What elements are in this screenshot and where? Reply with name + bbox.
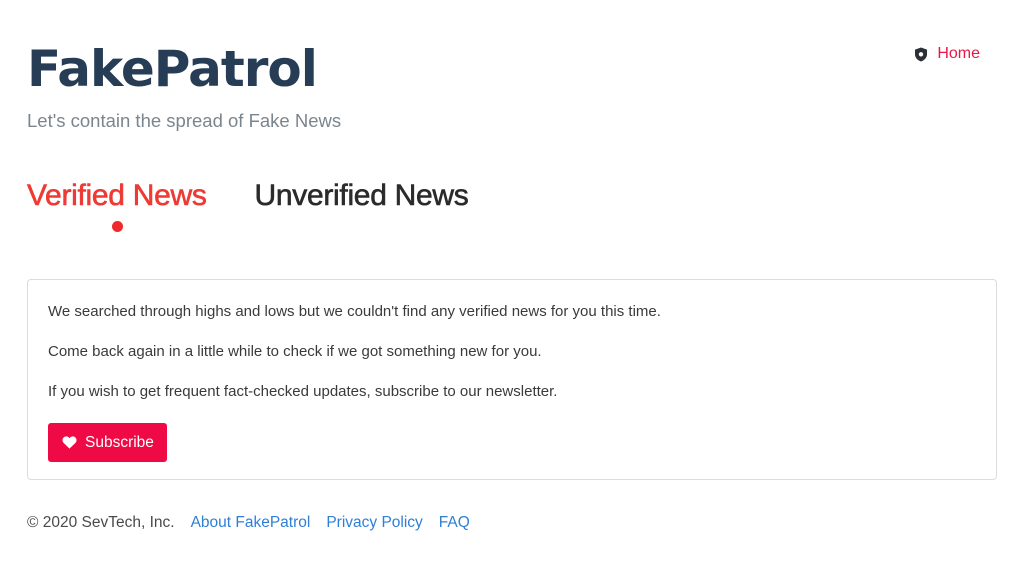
tab-verified-news[interactable]: Verified News — [27, 176, 207, 232]
tab-verified-news-label: Verified News — [27, 179, 207, 213]
footer-copyright: © 2020 SevTech, Inc. — [27, 514, 175, 531]
brand-title: FakePatrol — [27, 40, 318, 98]
notice-line-2: Come back again in a little while to che… — [48, 343, 542, 360]
notice-line-3: If you wish to get frequent fact-checked… — [48, 383, 558, 400]
active-tab-indicator — [111, 221, 123, 232]
footer: © 2020 SevTech, Inc. About FakePatrol Pr… — [27, 513, 486, 533]
tab-unverified-news-label: Unverified News — [254, 179, 469, 213]
tab-unverified-news[interactable]: Unverified News — [254, 176, 469, 216]
brand-tagline: Let's contain the spread of Fake News — [27, 110, 342, 131]
footer-link-about[interactable]: About FakePatrol — [191, 513, 311, 533]
heart-icon — [62, 436, 77, 449]
news-tabs: Verified News Unverified News — [27, 176, 469, 232]
footer-link-faq[interactable]: FAQ — [439, 513, 470, 533]
home-link-label: Home — [937, 45, 980, 62]
subscribe-button-label: Subscribe — [85, 433, 154, 451]
shield-icon — [914, 47, 928, 62]
home-link[interactable]: Home — [914, 44, 980, 64]
footer-link-privacy-policy[interactable]: Privacy Policy — [326, 513, 422, 533]
notice-line-1: We searched through highs and lows but w… — [48, 303, 661, 320]
empty-state-card: We searched through highs and lows but w… — [27, 279, 997, 480]
subscribe-button[interactable]: Subscribe — [48, 423, 167, 462]
page: FakePatrol Let's contain the spread of F… — [0, 0, 1023, 571]
